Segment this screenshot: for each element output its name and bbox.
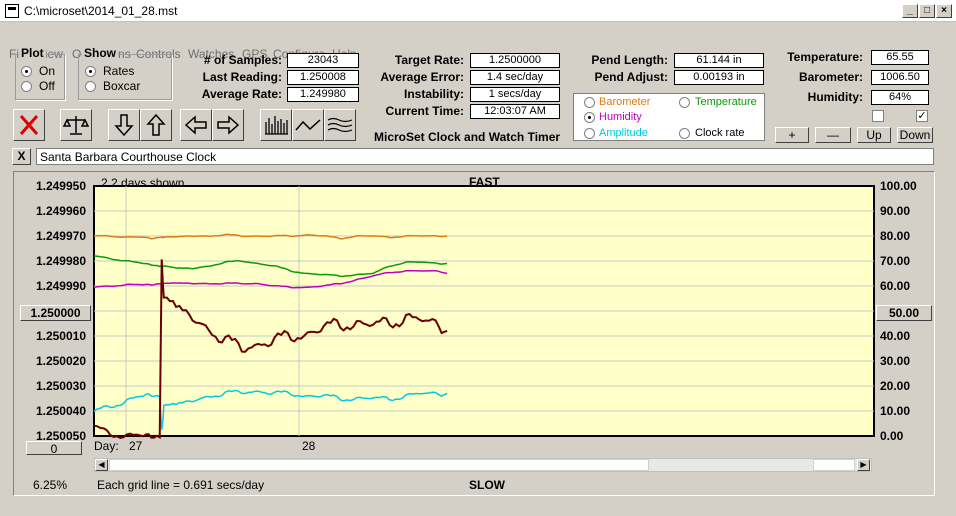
scroll-track-segment[interactable] xyxy=(813,459,855,471)
y-right-tick-label: 20.00 xyxy=(880,379,910,393)
y-left-tick-label: 1.250020 xyxy=(36,354,86,368)
y-left-tick-label: 1.250030 xyxy=(36,379,86,393)
x-tick-label: 28 xyxy=(302,439,316,453)
y-right-tick-label: 0.00 xyxy=(880,429,904,443)
rate-reference-button[interactable]: 1.250000 xyxy=(20,305,91,321)
x-axis-label: Day: xyxy=(94,439,119,453)
y-right-tick-label: 80.00 xyxy=(880,229,910,243)
y-right-tick-label: 100.00 xyxy=(880,179,917,193)
horizontal-scrollbar[interactable]: ◀ ▶ xyxy=(94,458,872,472)
y-left-tick-label: 1.249980 xyxy=(36,254,86,268)
zero-button[interactable]: 0 xyxy=(26,441,82,456)
x-tick-label: 27 xyxy=(129,439,143,453)
y-left-tick-label: 1.249960 xyxy=(36,204,86,218)
scroll-left-button[interactable]: ◀ xyxy=(95,459,108,471)
y-left-tick-label: 1.249990 xyxy=(36,279,86,293)
y-left-tick-label: 1.249950 xyxy=(36,179,86,193)
y-right-tick-label: 10.00 xyxy=(880,404,910,418)
y-right-tick-label: 70.00 xyxy=(880,254,910,268)
y-right-tick-label: 60.00 xyxy=(880,279,910,293)
y-left-tick-label: 1.250010 xyxy=(36,329,86,343)
y-right-tick-label: 40.00 xyxy=(880,329,910,343)
rate-chart: 1.249950 1.249960 1.249970 1.249980 1.249990… xyxy=(36,179,917,453)
y-right-tick-label: 30.00 xyxy=(880,354,910,368)
grid-line-status: Each grid line = 0.691 secs/day xyxy=(97,478,265,492)
y-left-tick-label: 1.249970 xyxy=(36,229,86,243)
scale-reference-button[interactable]: 50.00 xyxy=(876,305,932,321)
scroll-thumb[interactable] xyxy=(109,459,649,471)
percent-status: 6.25% xyxy=(33,478,68,492)
y-right-tick-label: 90.00 xyxy=(880,204,910,218)
y-left-tick-label: 1.250040 xyxy=(36,404,86,418)
scroll-right-button[interactable]: ▶ xyxy=(857,459,870,471)
